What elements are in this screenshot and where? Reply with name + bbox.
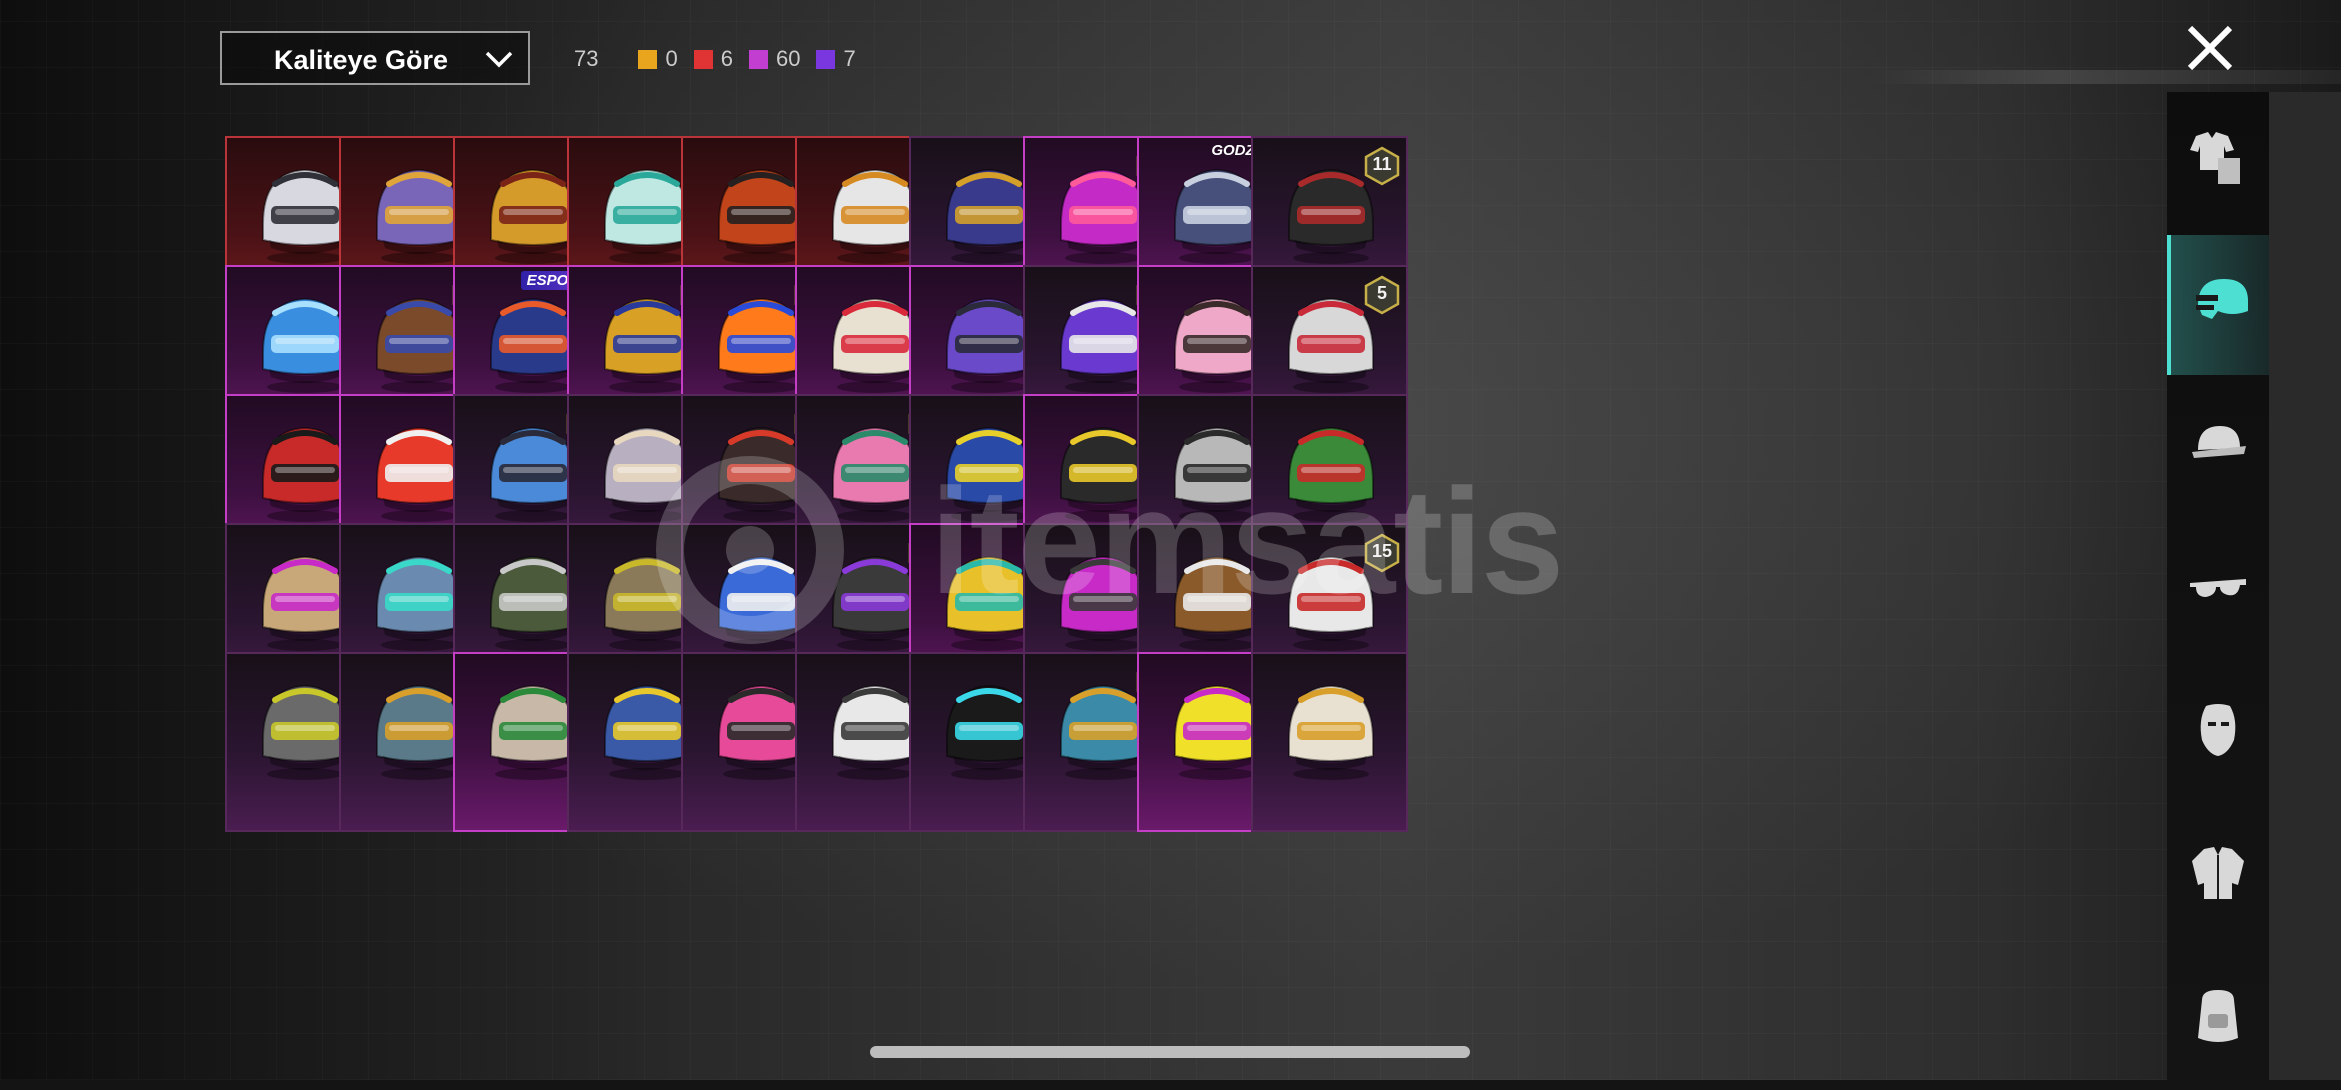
jacket-icon: [2192, 847, 2244, 899]
mask-icon: [2200, 704, 2236, 756]
close-icon: [2187, 25, 2233, 71]
horizontal-scrollbar[interactable]: [870, 1046, 1470, 1058]
itemsatis-watermark: itemsatis: [600, 455, 1750, 645]
quality-count-purple: 7: [843, 46, 856, 71]
total-count: 73: [574, 46, 599, 71]
quality-count-red: 6: [720, 46, 733, 71]
helmet-icon: [2196, 279, 2248, 319]
category-tab-outfit[interactable]: [2167, 92, 2269, 232]
item-counts: 73 0 6 60 7: [574, 44, 872, 74]
watermark-text: itemsatis: [930, 457, 1564, 625]
category-tab-backpack[interactable]: [2167, 950, 2269, 1090]
category-tab-glasses[interactable]: [2167, 521, 2269, 661]
itemsatis-logo: [656, 456, 844, 644]
helmet-icon: [1288, 684, 1374, 780]
category-tab-hat[interactable]: [2167, 378, 2269, 518]
level-badge: 11: [1364, 146, 1400, 186]
cap-icon: [2192, 426, 2246, 458]
close-button[interactable]: [2180, 18, 2240, 78]
chevron-down-icon: [485, 51, 513, 68]
quality-swatch-pink: [748, 49, 768, 69]
category-tab-jacket[interactable]: [2167, 807, 2269, 947]
decorative-stripe: [1870, 70, 2341, 84]
sunglasses-icon: [2190, 579, 2246, 597]
quality-swatch-red: [693, 49, 713, 69]
quality-count-pink: 60: [775, 46, 801, 71]
backpack-icon: [2198, 990, 2238, 1042]
outfit-icon: [2190, 132, 2240, 184]
category-tab-helmet[interactable]: [2167, 235, 2269, 375]
category-tab-mask[interactable]: [2167, 664, 2269, 804]
sort-dropdown[interactable]: Kaliteye Göre: [220, 31, 530, 85]
level-badge: 5: [1364, 275, 1400, 315]
category-rail-edge: [2269, 92, 2341, 1080]
quality-swatch-purple: [816, 49, 836, 69]
sort-dropdown-label: Kaliteye Göre: [274, 45, 449, 75]
inventory-background: Kaliteye Göre 73 0 6 60 7 15151515151561…: [0, 0, 2341, 1080]
level-number: 11: [1372, 154, 1392, 174]
level-number: 5: [1376, 283, 1387, 303]
quality-count-gold: 0: [665, 46, 678, 71]
category-rail: [2167, 92, 2269, 1080]
quality-swatch-gold: [638, 49, 658, 69]
helmet-item-card[interactable]: [1251, 652, 1408, 832]
